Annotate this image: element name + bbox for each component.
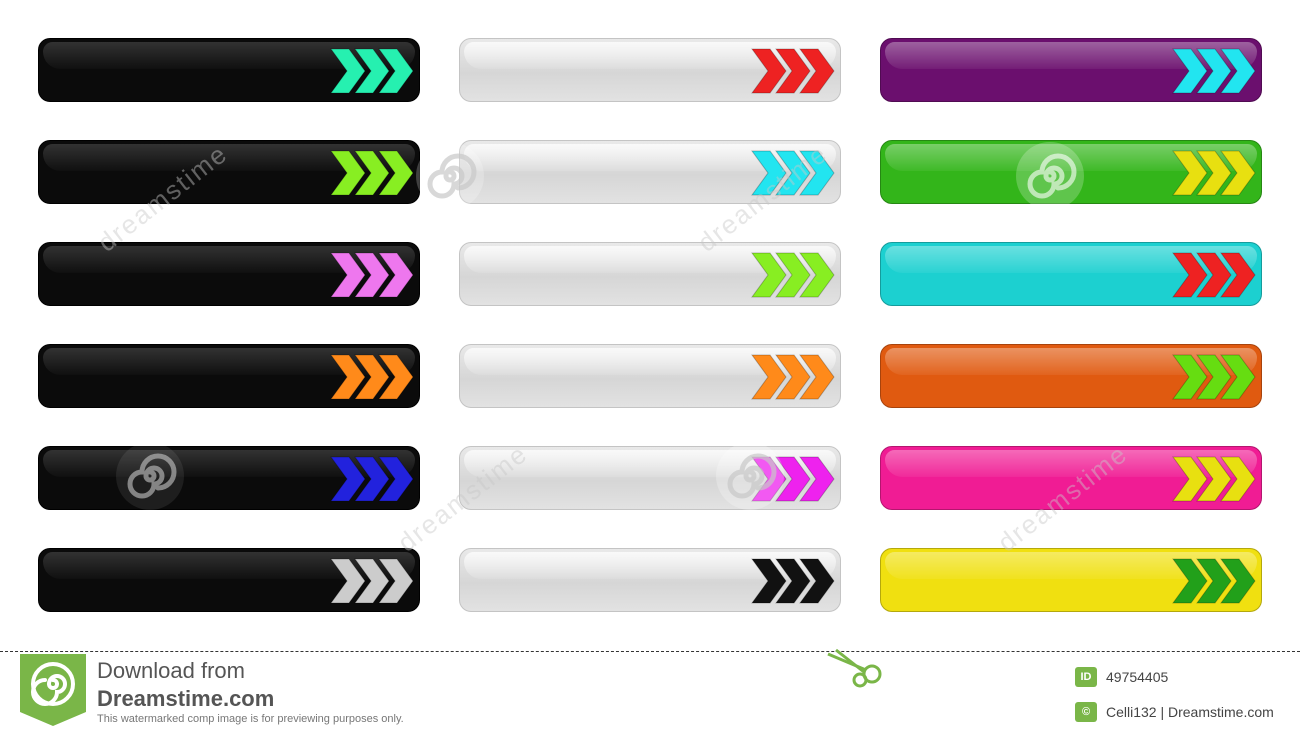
download-from-text: Download from bbox=[97, 658, 245, 683]
cut-line-divider bbox=[0, 651, 1300, 652]
triple-chevron-icon bbox=[751, 252, 835, 298]
triple-chevron-icon bbox=[751, 150, 835, 196]
arrow-button[interactable] bbox=[459, 140, 841, 204]
dreamstime-logo-icon bbox=[20, 654, 86, 726]
arrow-button[interactable] bbox=[880, 446, 1262, 510]
triple-chevron-icon bbox=[751, 354, 835, 400]
arrow-button[interactable] bbox=[459, 548, 841, 612]
arrow-button[interactable] bbox=[38, 446, 420, 510]
triple-chevron-icon bbox=[1172, 48, 1256, 94]
arrow-button[interactable] bbox=[459, 38, 841, 102]
watermark-note: This watermarked comp image is for previ… bbox=[97, 713, 404, 725]
arrow-button[interactable] bbox=[459, 242, 841, 306]
triple-chevron-icon bbox=[1172, 456, 1256, 502]
triple-chevron-icon bbox=[1172, 252, 1256, 298]
copyright-badge: © bbox=[1075, 702, 1097, 722]
arrow-button[interactable] bbox=[38, 140, 420, 204]
triple-chevron-icon bbox=[330, 48, 414, 94]
arrow-button[interactable] bbox=[38, 242, 420, 306]
arrow-button[interactable] bbox=[880, 38, 1262, 102]
brand-name[interactable]: Dreamstime.com bbox=[97, 686, 274, 712]
arrow-button[interactable] bbox=[38, 38, 420, 102]
triple-chevron-icon bbox=[751, 558, 835, 604]
arrow-button[interactable] bbox=[459, 446, 841, 510]
triple-chevron-icon bbox=[330, 150, 414, 196]
triple-chevron-icon bbox=[751, 456, 835, 502]
triple-chevron-icon bbox=[330, 456, 414, 502]
triple-chevron-icon bbox=[330, 354, 414, 400]
id-badge: ID bbox=[1075, 667, 1097, 687]
triple-chevron-icon bbox=[1172, 150, 1256, 196]
triple-chevron-icon bbox=[1172, 558, 1256, 604]
triple-chevron-icon bbox=[330, 558, 414, 604]
scissors-icon bbox=[827, 648, 882, 688]
triple-chevron-icon bbox=[330, 252, 414, 298]
arrow-button[interactable] bbox=[459, 344, 841, 408]
arrow-button[interactable] bbox=[880, 344, 1262, 408]
triple-chevron-icon bbox=[751, 48, 835, 94]
arrow-button[interactable] bbox=[880, 242, 1262, 306]
image-id: 49754405 bbox=[1106, 669, 1169, 685]
triple-chevron-icon bbox=[1172, 354, 1256, 400]
arrow-button[interactable] bbox=[38, 344, 420, 408]
arrow-button[interactable] bbox=[880, 140, 1262, 204]
button-grid bbox=[0, 0, 1300, 640]
arrow-button[interactable] bbox=[880, 548, 1262, 612]
arrow-button[interactable] bbox=[38, 548, 420, 612]
author-credit[interactable]: Celli132 | Dreamstime.com bbox=[1106, 704, 1274, 720]
